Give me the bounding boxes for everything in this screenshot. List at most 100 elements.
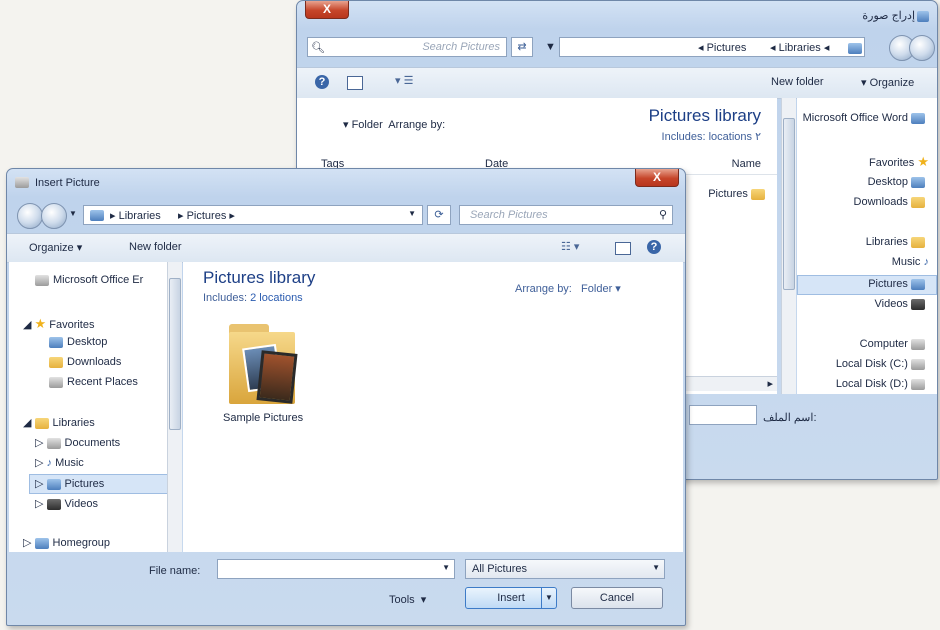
cancel-button[interactable]: Cancel [571, 587, 663, 609]
insert-dropdown-icon[interactable]: ▼ [541, 588, 556, 608]
nav-msword[interactable]: Microsoft Office Word [803, 112, 929, 124]
nav-homegroup[interactable]: ▷ Homegroup [23, 536, 110, 549]
arrange-by[interactable]: Arrange by: Folder ▾ [515, 282, 621, 295]
nav-downloads[interactable]: Downloads [854, 196, 929, 208]
insert-button[interactable]: Insert ▼ [465, 587, 557, 609]
breadcrumb-libraries[interactable]: ◂ Libraries ◂ [770, 41, 829, 54]
library-title: Pictures library [203, 268, 316, 287]
nav-msword[interactable]: Microsoft Office Er [35, 274, 143, 286]
organize-button[interactable]: Organize ▾ [29, 241, 82, 254]
videos-icon [46, 498, 61, 510]
preview-pane-icon[interactable] [347, 76, 363, 90]
arrange-by[interactable]: ▾ Folder Arrange by: [343, 118, 445, 131]
address-bar[interactable]: ◂ Pictures ◂ Libraries ◂ [559, 37, 865, 57]
nav-pictures[interactable]: Pictures [868, 278, 929, 290]
desktop-icon [49, 336, 63, 348]
music-icon: ♪ [46, 457, 53, 469]
dropdown-arrow-icon[interactable]: ▼ [545, 41, 556, 53]
filename-label: اسم الملف: [763, 412, 817, 424]
nav-music[interactable]: Music ♪ [892, 256, 929, 268]
nav-computer[interactable]: Computer [860, 338, 929, 350]
close-button[interactable]: X [305, 1, 349, 19]
content-pane: Pictures library Includes: 2 locations A… [183, 262, 683, 552]
search-icon: ⚲ [658, 209, 667, 221]
tools-menu[interactable]: Tools ▾ [389, 593, 426, 606]
organize-button[interactable]: ▾ Organize [861, 76, 914, 89]
nav-libraries[interactable]: Libraries [866, 236, 929, 248]
refresh-button[interactable]: ⇄ [511, 37, 533, 57]
documents-icon [46, 437, 61, 449]
navigation-pane: Microsoft Office Er ◢ ★ Favorites Deskto… [9, 262, 179, 552]
nav-disk-c[interactable]: Local Disk (C:) [836, 358, 929, 370]
help-icon[interactable]: ? [315, 75, 329, 89]
nav-desktop[interactable]: Desktop [868, 176, 929, 188]
nav-videos[interactable]: Videos [875, 298, 930, 310]
downloads-icon [911, 196, 925, 208]
scroll-right-arrow-icon[interactable]: ▸ [767, 377, 773, 390]
library-icon [90, 210, 104, 221]
address-bar[interactable]: ▸ Libraries ▸ Pictures ▸ ▼ [83, 205, 423, 225]
nav-favorites[interactable]: ◢ ★ Favorites [23, 316, 94, 332]
recent-pages-icon[interactable]: ▼ [69, 209, 77, 218]
library-includes: Includes: locations ٢ [661, 131, 761, 143]
address-dropdown-icon[interactable]: ▼ [408, 209, 416, 218]
app-icon [917, 11, 929, 22]
recent-places-icon [49, 376, 63, 388]
nav-documents[interactable]: ▷ Documents [35, 436, 120, 449]
scrollbar-thumb[interactable] [783, 118, 795, 290]
column-name[interactable]: Name [732, 158, 761, 170]
computer-icon [911, 338, 925, 350]
insert-button-label: Insert [497, 592, 525, 604]
refresh-button[interactable]: ⟳ [427, 205, 451, 225]
file-type-value: All Pictures [472, 563, 528, 575]
breadcrumb-libraries[interactable]: ▸ Libraries [110, 209, 161, 222]
nav-disk-d[interactable]: Local Disk (D:) [836, 378, 929, 390]
back-button[interactable] [909, 35, 935, 61]
breadcrumb-pictures[interactable]: ▸ Pictures ▸ [178, 209, 235, 222]
breadcrumb-pictures[interactable]: ◂ Pictures [698, 41, 746, 54]
help-icon[interactable]: ? [647, 240, 661, 254]
back-button[interactable] [17, 203, 43, 229]
folder-item-sample-pictures[interactable]: Sample Pictures [211, 320, 321, 436]
preview-pane-icon[interactable] [615, 242, 631, 255]
file-name-label: File name: [149, 565, 201, 577]
nav-videos[interactable]: ▷ Videos [35, 497, 98, 510]
forward-button[interactable] [41, 203, 67, 229]
file-item-pictures[interactable]: Pictures [708, 188, 769, 200]
nav-favorites[interactable]: Favorites ★ [869, 154, 929, 170]
nav-downloads[interactable]: Downloads [49, 356, 121, 368]
view-options-icon[interactable]: ▾ ☰ [395, 74, 413, 87]
star-icon: ★ [917, 154, 929, 169]
search-input[interactable]: Search Pictures ⚲ [459, 205, 673, 225]
nav-pictures[interactable]: ▷ Pictures [35, 477, 104, 490]
new-folder-button[interactable]: New folder [129, 241, 182, 253]
pictures-icon [911, 278, 925, 290]
library-title: Pictures library [648, 106, 761, 125]
close-button[interactable]: X [635, 169, 679, 187]
library-includes: Includes: 2 locations [203, 292, 303, 304]
videos-icon [911, 298, 925, 310]
search-icon: 🔍︎ [311, 42, 325, 54]
word-icon [35, 274, 49, 286]
filename-input[interactable] [689, 405, 757, 425]
folder-icon [751, 188, 765, 200]
library-icon [848, 43, 862, 54]
nav-scrollbar-thumb[interactable] [169, 278, 181, 430]
file-name-input[interactable]: ▼ [217, 559, 455, 579]
nav-recent-places[interactable]: Recent Places [49, 376, 138, 388]
file-type-filter[interactable]: All Pictures ▼ [465, 559, 665, 579]
pictures-icon [46, 478, 61, 490]
filter-dropdown-icon[interactable]: ▼ [652, 563, 660, 572]
nav-desktop[interactable]: Desktop [49, 336, 107, 348]
nav-libraries[interactable]: ◢ Libraries [23, 416, 95, 429]
includes-locations-link[interactable]: 2 locations [250, 292, 303, 304]
search-input[interactable]: 🔍︎ Search Pictures [307, 37, 507, 57]
new-folder-button[interactable]: New folder [771, 76, 824, 88]
view-options-icon[interactable]: ☷ ▾ [561, 240, 579, 253]
nav-scrollbar[interactable] [167, 262, 182, 552]
toolbar: Organize ▾ New folder ☷ ▾ ? [7, 233, 685, 263]
vertical-scrollbar[interactable] [781, 98, 796, 394]
nav-music[interactable]: ▷ ♪ Music [35, 456, 84, 469]
file-name-dropdown-icon[interactable]: ▼ [442, 563, 450, 572]
insert-picture-dialog: Insert Picture X ▼ ▸ Libraries ▸ Picture… [6, 168, 686, 626]
